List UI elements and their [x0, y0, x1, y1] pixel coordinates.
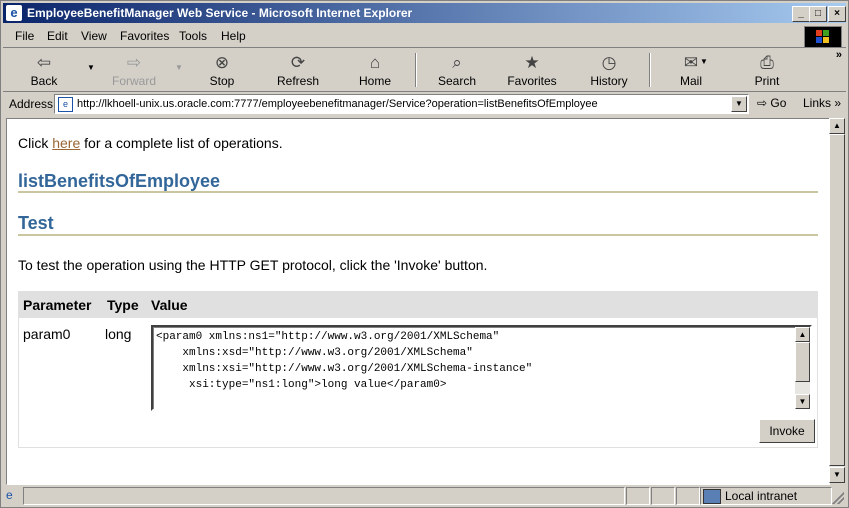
status-text-cell [23, 487, 625, 505]
history-button[interactable]: ◷ History [578, 52, 640, 90]
title-bar[interactable]: e EmployeeBenefitManager Web Service - M… [3, 3, 846, 23]
scroll-up-icon[interactable]: ▲ [795, 327, 810, 342]
column-header-parameter: Parameter [23, 297, 92, 313]
scroll-up-icon[interactable]: ▲ [829, 118, 845, 134]
toolbar-separator [649, 53, 651, 87]
browser-window: e EmployeeBenefitManager Web Service - M… [0, 0, 849, 508]
status-cell [626, 487, 650, 505]
close-button[interactable]: × [828, 6, 846, 22]
standard-toolbar: ⇦ Back ▼ ⇨ Forward ▼ ⊗ Stop ⟳ Refresh ⌂ … [3, 49, 846, 92]
windows-flag-icon [816, 30, 829, 43]
column-header-type: Type [107, 297, 139, 313]
scroll-down-icon[interactable]: ▼ [829, 467, 845, 483]
home-icon: ⌂ [369, 53, 381, 72]
operation-title: listBenefitsOfEmployee [18, 171, 221, 191]
textarea-scrollbar[interactable]: ▲ ▼ [795, 327, 810, 409]
links-button[interactable]: Links » [803, 96, 841, 110]
scroll-down-icon[interactable]: ▼ [795, 394, 810, 409]
heading-divider [18, 191, 818, 193]
go-arrow-icon: ⇨ [757, 96, 768, 110]
menu-favorites[interactable]: Favorites [120, 29, 169, 43]
back-button[interactable]: ⇦ Back [13, 52, 75, 90]
search-button[interactable]: ⌕ Search [426, 52, 488, 90]
status-bar: e Local intranet [3, 486, 846, 506]
home-button[interactable]: ⌂ Home [344, 52, 406, 90]
menu-help[interactable]: Help [221, 29, 246, 43]
parameter-table: Parameter Type Value param0 long <param0… [18, 291, 818, 448]
mail-icon: ✉ [683, 53, 699, 72]
status-cell [676, 487, 700, 505]
back-dropdown-icon[interactable]: ▼ [87, 63, 95, 72]
refresh-icon: ⟳ [290, 53, 306, 72]
toolbar-separator [415, 53, 417, 87]
address-label: Address [9, 97, 54, 111]
favorites-button[interactable]: ★ Favorites [501, 52, 563, 90]
column-header-value: Value [151, 297, 188, 313]
stop-button[interactable]: ⊗ Stop [191, 52, 253, 90]
print-button[interactable]: ⎙ Print [736, 52, 798, 90]
go-button[interactable]: ⇨ Go [757, 96, 786, 110]
table-header: Parameter Type Value [19, 292, 817, 318]
zone-label: Local intranet [725, 489, 798, 503]
test-description: To test the operation using the HTTP GET… [18, 257, 488, 273]
scroll-thumb[interactable] [795, 342, 810, 382]
forward-arrow-icon: ⇨ [126, 53, 142, 72]
page-content: Click here for a complete list of operat… [6, 118, 830, 485]
forward-dropdown-icon[interactable]: ▼ [175, 63, 183, 72]
maximize-button[interactable]: □ [809, 6, 827, 22]
stop-icon: ⊗ [214, 53, 230, 72]
scroll-thumb[interactable] [829, 134, 845, 466]
menu-tools[interactable]: Tools [179, 29, 207, 43]
resize-grip[interactable] [832, 492, 844, 504]
param-value-text[interactable]: <param0 xmlns:ns1="http://www.w3.org/200… [156, 329, 532, 393]
back-arrow-icon: ⇦ [36, 53, 52, 72]
minimize-button[interactable]: _ [792, 6, 810, 22]
test-heading: Test [18, 213, 54, 233]
page-status-icon: e [6, 488, 13, 502]
window-title: EmployeeBenefitManager Web Service - Mic… [27, 6, 413, 20]
search-icon: ⌕ [452, 53, 462, 72]
mail-dropdown-icon[interactable]: ▼ [700, 57, 708, 66]
menu-view[interactable]: View [81, 29, 107, 43]
printer-icon: ⎙ [760, 53, 774, 72]
windows-logo-throbber [804, 26, 842, 48]
heading-divider [18, 234, 818, 236]
history-icon: ◷ [601, 53, 617, 72]
ie-logo-icon: e [6, 5, 22, 21]
operations-list-link[interactable]: here [52, 135, 80, 151]
menu-file[interactable]: File [15, 29, 34, 43]
page-icon: e [58, 97, 73, 112]
address-url[interactable]: http://lkhoell-unix.us.oracle.com:7777/e… [77, 98, 598, 110]
address-dropdown-icon[interactable]: ▼ [731, 96, 747, 112]
intranet-zone-icon [703, 489, 721, 504]
refresh-button[interactable]: ⟳ Refresh [267, 52, 329, 90]
toolbar-chevron[interactable]: » [836, 49, 842, 61]
param-name-cell: param0 [23, 326, 71, 342]
menu-edit[interactable]: Edit [47, 29, 68, 43]
param-value-textarea[interactable]: <param0 xmlns:ns1="http://www.w3.org/200… [151, 325, 812, 411]
address-bar: Address e http://lkhoell-unix.us.oracle.… [3, 93, 846, 115]
status-cell [651, 487, 675, 505]
address-input[interactable]: e http://lkhoell-unix.us.oracle.com:7777… [54, 94, 749, 114]
favorites-icon: ★ [524, 53, 540, 72]
invoke-button[interactable]: Invoke [759, 419, 815, 443]
page-scrollbar[interactable]: ▲ ▼ [829, 118, 845, 483]
mail-button[interactable]: ✉ Mail [660, 52, 722, 90]
intro-text: Click here for a complete list of operat… [18, 135, 283, 151]
forward-button[interactable]: ⇨ Forward [103, 52, 165, 90]
menu-bar: File Edit View Favorites Tools Help [3, 25, 846, 48]
param-type-cell: long [105, 326, 132, 342]
